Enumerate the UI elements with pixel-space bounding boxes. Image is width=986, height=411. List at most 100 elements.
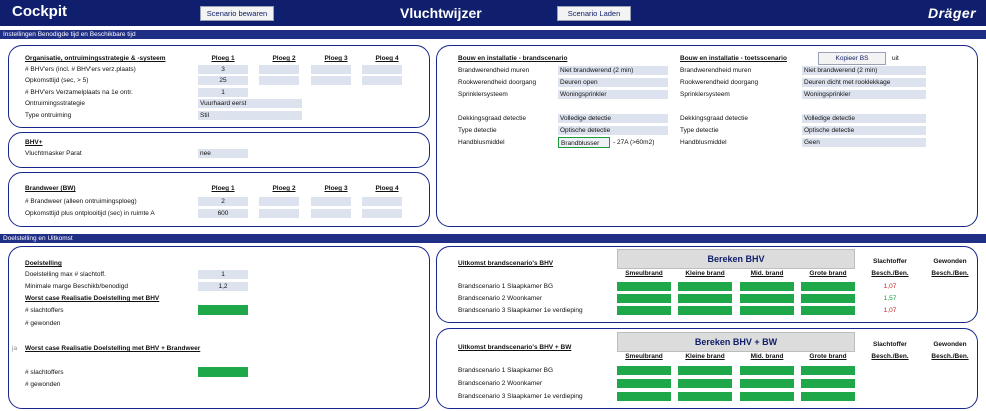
slachtoffers-label: # slachtoffers	[25, 307, 64, 314]
brand-muren-select[interactable]: Niet brandwerend (2 min)	[558, 66, 668, 75]
org-ploeg3-header: Ploeg 3	[324, 55, 348, 62]
vluchtmasker-select[interactable]: nee	[198, 149, 248, 158]
org-type-select[interactable]: Stil	[198, 111, 302, 120]
org-bhv-count-ploeg3[interactable]	[311, 65, 351, 74]
org-opkomsttijd-ploeg3[interactable]	[311, 76, 351, 85]
result-cell	[801, 282, 855, 291]
toets-dekking-select[interactable]: Volledige detectie	[802, 114, 926, 123]
result-cell	[740, 282, 794, 291]
save-scenario-button[interactable]: Scenario bewaren	[200, 6, 274, 21]
worst-bhv-slachtoffers-indicator	[198, 305, 248, 315]
top-header: Cockpit Scenario bewaren Vluchtwijzer Sc…	[0, 0, 986, 26]
bouw-brand-label: Handblusmiddel	[458, 139, 505, 146]
copy-suffix-label: uit	[892, 55, 899, 62]
col-kleine-brand: Kleine brand	[685, 270, 725, 277]
result-cell	[617, 306, 671, 315]
result-cell	[740, 392, 794, 401]
bw-ploeg4-header: Ploeg 4	[375, 185, 399, 192]
result-cell	[740, 379, 794, 388]
bw-count-ploeg1[interactable]: 2	[198, 197, 248, 206]
col-smeulbrand: Smeulbrand	[625, 270, 663, 277]
brand-dekking-select[interactable]: Volledige detectie	[558, 114, 668, 123]
gewonden-header: Gewonden	[933, 341, 967, 348]
toets-sprinkler-select[interactable]: Woningsprinkler	[802, 90, 926, 99]
result-cell	[617, 392, 671, 401]
bw-count-ploeg3[interactable]	[311, 197, 351, 206]
ratio-value: 1,07	[883, 283, 897, 290]
brandweer-heading: Brandweer (BW)	[25, 185, 76, 192]
worst-bhv-bw-heading: Worst case Realisatie Doelstelling met B…	[25, 345, 201, 352]
result-cell	[801, 306, 855, 315]
side-mark: ja	[12, 345, 18, 352]
gewonden-label: # gewonden	[25, 381, 61, 388]
bouw-brand-heading: Bouw en installatie - brandscenario	[458, 55, 568, 62]
bw-count-ploeg4[interactable]	[362, 197, 402, 206]
bw-row-label: # Brandweer (alleen ontruimingsploeg)	[25, 198, 137, 205]
org-opkomsttijd-ploeg1[interactable]: 25	[198, 76, 248, 85]
org-row-label: Type ontruiming	[25, 112, 72, 119]
result-cell	[801, 366, 855, 375]
result-cell	[801, 294, 855, 303]
bouw-toets-label: Rookwerendheid doorgang	[680, 79, 759, 86]
bw-time-ploeg1[interactable]: 600	[198, 209, 248, 218]
org-bhv-count-ploeg1[interactable]: 3	[198, 65, 248, 74]
toets-handblus-select[interactable]: Geen	[802, 138, 926, 147]
doel-marge-input[interactable]: 1,2	[198, 282, 248, 291]
slachtoffer-header: Slachtoffer	[873, 341, 907, 348]
bw-count-ploeg2[interactable]	[259, 197, 299, 206]
result-cell	[678, 366, 732, 375]
load-scenario-button[interactable]: Scenario Laden	[557, 6, 631, 21]
bouw-brand-label: Sprinklersysteem	[458, 91, 508, 98]
bw-time-ploeg2[interactable]	[259, 209, 299, 218]
toets-detectie-select[interactable]: Optische detectie	[802, 126, 926, 135]
brand-handblus-select[interactable]: Brandblusser	[558, 137, 610, 148]
bhvplus-label: Vluchtmasker Parat	[25, 150, 82, 157]
bereken-bhv-bw-button[interactable]: Bereken BHV + BW	[617, 332, 855, 352]
ratio-value: 1,07	[883, 307, 897, 314]
doel-heading: Doelstelling	[25, 260, 62, 267]
result-cell	[678, 282, 732, 291]
org-opkomsttijd-ploeg2[interactable]	[259, 76, 299, 85]
org-bhv-count-ploeg4[interactable]	[362, 65, 402, 74]
org-opkomsttijd-ploeg4[interactable]	[362, 76, 402, 85]
brand-sprinkler-select[interactable]: Woningsprinkler	[558, 90, 668, 99]
bereken-bhv-button[interactable]: Bereken BHV	[617, 249, 855, 269]
bw-row-label: Opkomsttijd plus ontplooitijd (sec) in r…	[25, 210, 155, 217]
col-kleine-brand: Kleine brand	[685, 353, 725, 360]
worst-bhv-bw-slachtoffers-indicator	[198, 367, 248, 377]
result-cell	[740, 306, 794, 315]
result-cell	[801, 379, 855, 388]
result-cell	[678, 294, 732, 303]
bouw-brand-label: Brandwerendheid muren	[458, 67, 530, 74]
brand-doorgang-select[interactable]: Deuren open	[558, 78, 668, 87]
doel-max-slachtoff-input[interactable]: 1	[198, 270, 248, 279]
org-bhv-count-ploeg2[interactable]	[259, 65, 299, 74]
org-ploeg1-header: Ploeg 1	[211, 55, 235, 62]
brand-detectie-select[interactable]: Optische detectie	[558, 126, 668, 135]
col-grote-brand: Grote brand	[809, 270, 847, 277]
app-title: Cockpit	[12, 3, 68, 20]
col-mid-brand: Mid. brand	[750, 270, 784, 277]
org-heading: Organisatie, ontruimingsstrategie & -sys…	[25, 55, 166, 62]
bouw-brand-label: Dekkingsgraad detectie	[458, 115, 526, 122]
col-grote-brand: Grote brand	[809, 353, 847, 360]
slachtoffers-label: # slachtoffers	[25, 369, 64, 376]
worst-bhv-heading: Worst case Realisatie Doelstelling met B…	[25, 295, 160, 302]
toets-doorgang-select[interactable]: Deuren dicht met rooklekkage	[802, 78, 926, 87]
bouw-brand-label: Rookwerendheid doorgang	[458, 79, 537, 86]
org-ploeg4-header: Ploeg 4	[375, 55, 399, 62]
bw-time-ploeg3[interactable]	[311, 209, 351, 218]
copy-bs-button[interactable]: Kopieer BS	[818, 52, 886, 65]
bhvplus-heading: BHV+	[25, 139, 43, 146]
bouw-toets-label: Handblusmiddel	[680, 139, 727, 146]
toets-muren-select[interactable]: Niet brandwerend (2 min)	[802, 66, 926, 75]
org-row-label: # BHV'ers Verzamelplaats na 1e ontr.	[25, 89, 133, 96]
org-row-label: # BHV'ers (incl. # BHV'ers verz.plaats)	[25, 66, 136, 73]
doel-row-label: Doelstelling max # slachtoff.	[25, 271, 106, 278]
org-strategy-select[interactable]: Vuurhaard eerst	[198, 99, 302, 108]
bw-time-ploeg4[interactable]	[362, 209, 402, 218]
bouw-toets-label: Sprinklersysteem	[680, 91, 730, 98]
result-cell	[740, 294, 794, 303]
org-verzamelplaats-ploeg1[interactable]: 1	[198, 88, 248, 97]
page-title: Vluchtwijzer	[400, 5, 482, 21]
